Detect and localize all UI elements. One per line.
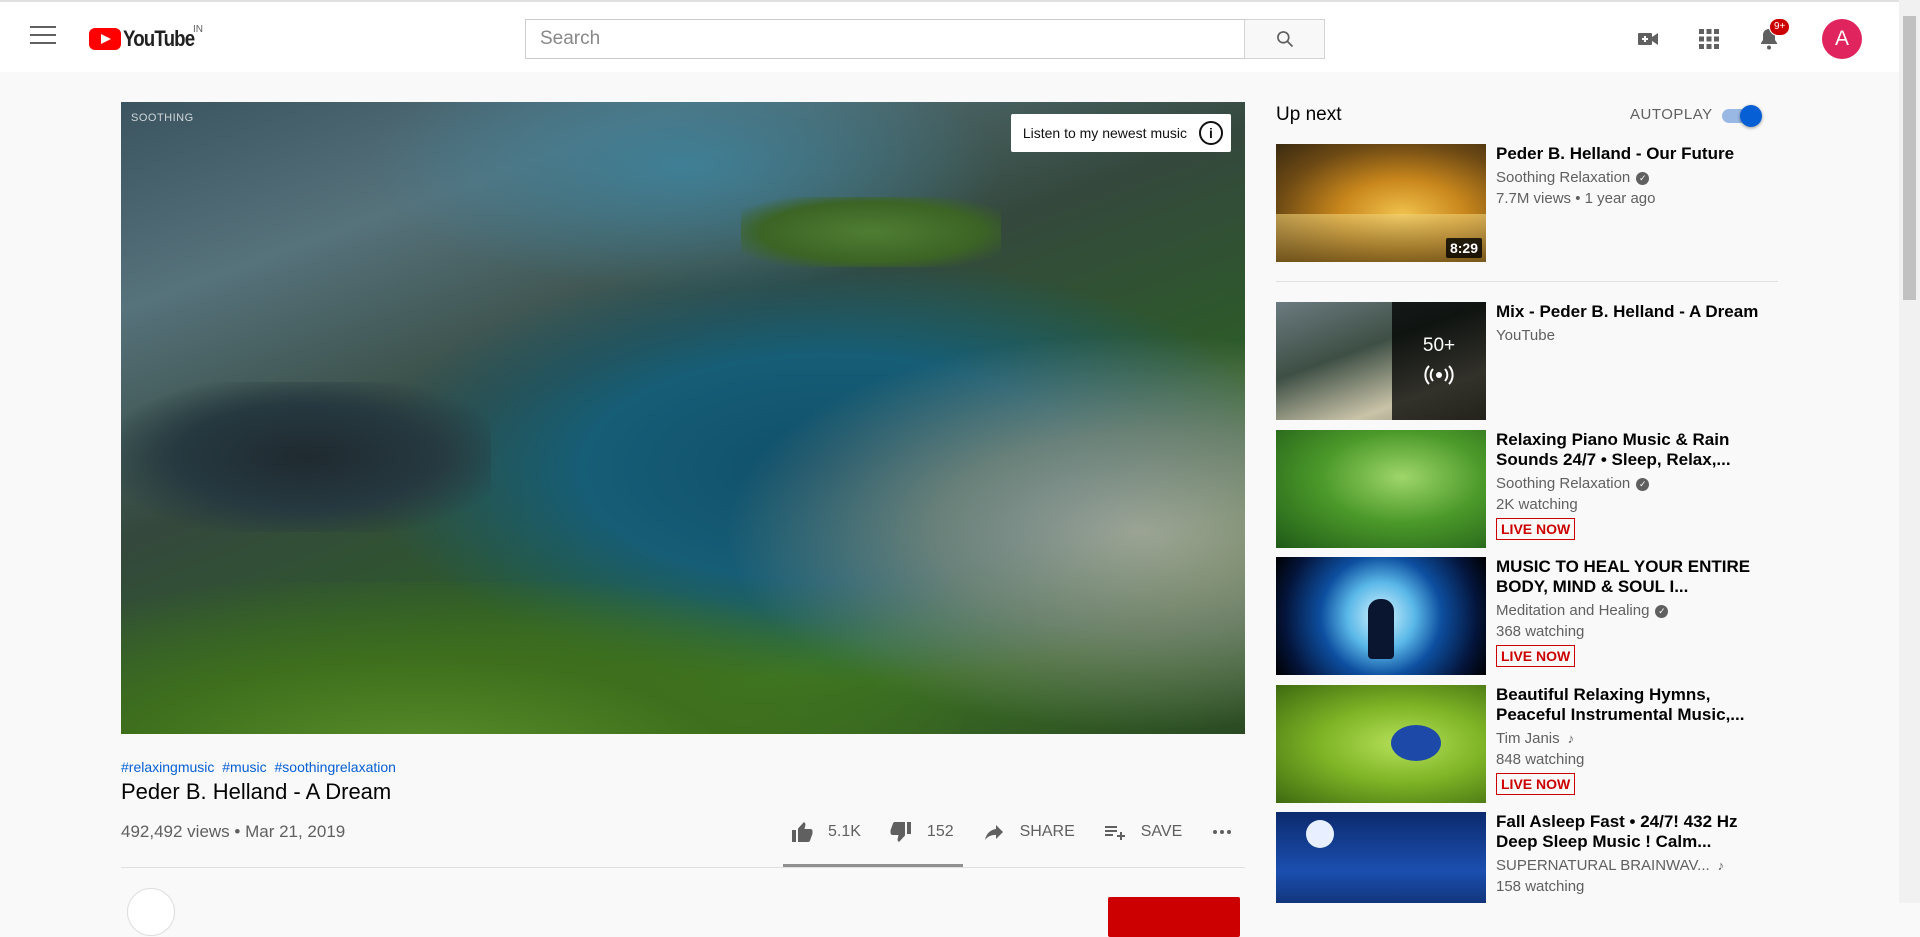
video-meta: 368 watching [1496,623,1585,640]
create-video-icon[interactable] [1636,27,1660,51]
scrollbar-thumb[interactable] [1903,16,1916,300]
info-card-teaser[interactable]: Listen to my newest music i [1010,114,1231,152]
channel-name-text: SUPERNATURAL BRAINWAV... [1496,857,1710,874]
thumbs-down-icon [890,822,911,842]
apps-grid-icon[interactable] [1697,27,1721,51]
channel-name[interactable]: Soothing Relaxation ✓ [1496,475,1766,492]
music-note-icon: ♪ [1567,731,1575,746]
channel-name[interactable]: Tim Janis ♪ [1496,730,1766,747]
autoplay-label: AUTOPLAY [1630,106,1713,123]
video-thumbnail[interactable] [1276,557,1486,675]
hashtag-link[interactable]: #relaxingmusic [121,759,214,775]
music-note-icon: ♪ [1717,858,1725,873]
broadcast-icon [1424,365,1454,385]
video-actions: 5.1K 152 SHARE SAVE [790,820,1276,844]
player-frame-island [741,197,1001,267]
channel-name[interactable]: Soothing Relaxation ✓ [1496,169,1766,186]
add-to-playlist-icon [1104,826,1125,840]
channel-watermark: SOOTHING [131,112,194,124]
hashtag-link[interactable]: #music [222,759,266,775]
recommended-video[interactable]: Beautiful Relaxing Hymns, Peaceful Instr… [1276,685,1786,803]
search-button[interactable] [1244,19,1325,59]
video-meta: 2K watching [1496,496,1578,513]
channel-name-text: Soothing Relaxation [1496,475,1631,492]
video-thumbnail[interactable] [1276,812,1486,903]
search-icon [1276,31,1293,48]
more-actions-button[interactable] [1210,820,1248,844]
video-meta: 158 watching [1496,878,1585,895]
video-title[interactable]: MUSIC TO HEAL YOUR ENTIRE BODY, MIND & S… [1496,557,1766,597]
mix-overlay: 50+ [1392,302,1486,420]
save-button[interactable]: SAVE [1103,820,1183,844]
like-count: 5.1K [828,823,861,840]
channel-name[interactable]: SUPERNATURAL BRAINWAV... ♪ [1496,857,1766,874]
channel-name-text: Soothing Relaxation [1496,169,1631,186]
like-button[interactable]: 5.1K [790,820,861,844]
country-code: IN [193,24,203,35]
video-meta: 848 watching [1496,751,1585,768]
verified-icon: ✓ [1636,477,1650,491]
channel-name-text: Meditation and Healing [1496,602,1650,619]
video-player[interactable]: SOOTHING Listen to my newest music i [121,102,1245,734]
video-title[interactable]: Beautiful Relaxing Hymns, Peaceful Instr… [1496,685,1766,725]
channel-avatar[interactable] [127,888,175,936]
mix-playlist[interactable]: 50+ Mix - Peder B. Helland - A Dream You… [1276,302,1786,420]
video-title[interactable]: Mix - Peder B. Helland - A Dream [1496,302,1766,322]
video-thumbnail[interactable]: 50+ [1276,302,1486,420]
share-icon [984,825,1003,840]
info-card-text: Listen to my newest music [1022,125,1187,141]
recommended-video[interactable]: MUSIC TO HEAL YOUR ENTIRE BODY, MIND & S… [1276,557,1786,675]
notifications-bell-icon[interactable]: 9+ [1757,18,1791,51]
live-now-badge: LIVE NOW [1496,518,1576,540]
verified-icon: ✓ [1655,604,1669,618]
recommended-video[interactable]: 8:29 Peder B. Helland - Our Future Sooth… [1276,144,1786,262]
notification-badge: 9+ [1769,18,1791,36]
up-next-heading: Up next [1276,104,1342,125]
video-meta: 7.7M views • 1 year ago [1496,190,1656,207]
video-thumbnail[interactable]: 8:29 [1276,144,1486,262]
divider [1276,281,1778,282]
save-label: SAVE [1140,823,1183,840]
video-title[interactable]: Peder B. Helland - Our Future [1496,144,1766,164]
player-frame-mountain [121,582,961,734]
subscribe-button[interactable] [1108,897,1240,937]
info-icon[interactable]: i [1199,121,1223,145]
autoplay-toggle[interactable] [1722,105,1766,127]
page-scrollbar[interactable] [1899,0,1920,903]
hamburger-menu-icon[interactable] [30,26,56,46]
logo-text: YouTube [123,26,195,51]
channel-name-text: Tim Janis [1496,730,1560,747]
video-duration: 8:29 [1445,238,1482,258]
recommended-video[interactable]: Relaxing Piano Music & Rain Sounds 24/7 … [1276,430,1786,548]
player-frame-lake [121,382,491,532]
youtube-logo[interactable]: YouTube IN [89,24,207,52]
recommended-video[interactable]: Fall Asleep Fast • 24/7! 432 Hz Deep Sle… [1276,812,1786,903]
video-views-date: 492,492 views • Mar 21, 2019 [121,822,346,841]
dislike-count: 152 [926,823,954,840]
hashtag-link[interactable]: #soothingrelaxation [275,759,396,775]
search-input[interactable] [525,19,1244,59]
share-label: SHARE [1019,823,1075,840]
thumbs-up-icon [792,822,813,842]
top-bar: YouTube IN 9+ A [0,0,1899,72]
channel-name[interactable]: YouTube [1496,327,1766,344]
live-now-badge: LIVE NOW [1496,773,1576,795]
youtube-play-icon [89,28,121,50]
video-title[interactable]: Fall Asleep Fast • 24/7! 432 Hz Deep Sle… [1496,812,1766,852]
more-dots-icon [1213,830,1232,834]
mix-count: 50+ [1422,335,1456,356]
search-bar [525,19,1325,59]
divider [121,867,1245,868]
dislike-button[interactable]: 152 [889,820,954,844]
video-title[interactable]: Relaxing Piano Music & Rain Sounds 24/7 … [1496,430,1766,470]
verified-icon: ✓ [1636,171,1650,185]
avatar[interactable]: A [1822,19,1862,59]
channel-name[interactable]: Meditation and Healing ✓ [1496,602,1766,619]
video-thumbnail[interactable] [1276,430,1486,548]
live-now-badge: LIVE NOW [1496,645,1576,667]
hashtags: #relaxingmusic #music #soothingrelaxatio… [121,759,400,775]
share-button[interactable]: SHARE [982,820,1075,844]
video-thumbnail[interactable] [1276,685,1486,803]
video-title: Peder B. Helland - A Dream [121,779,392,804]
